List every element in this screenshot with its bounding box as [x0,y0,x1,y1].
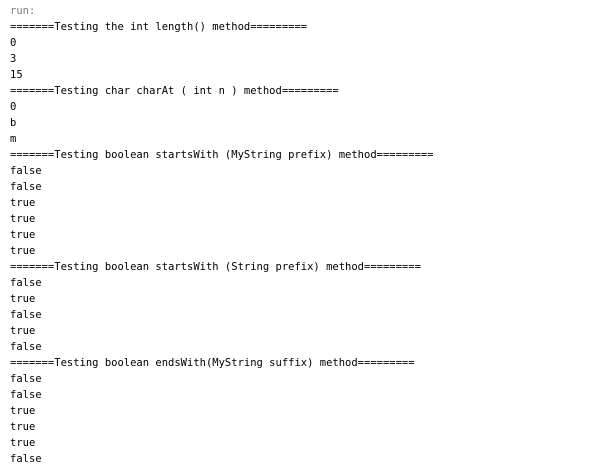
output-line: false [10,389,42,401]
section-header-startswith-mystring: =======Testing boolean startsWith (MyStr… [10,149,434,161]
section-header-charat: =======Testing char charAt ( int n ) met… [10,85,339,97]
section-header-endswith: =======Testing boolean endsWith(MyString… [10,357,415,369]
output-line: b [10,117,17,129]
output-line: true [10,213,36,225]
output-line: 0 [10,101,17,113]
output-line: true [10,421,36,433]
output-line: false [10,373,42,385]
output-line: true [10,325,36,337]
output-line: true [10,197,36,209]
output-line: false [10,341,42,353]
section-header-length: =======Testing the int length() method==… [10,21,308,33]
output-line: true [10,437,36,449]
output-line: true [10,293,36,305]
output-line: true [10,245,36,257]
output-console[interactable]: run: =======Testing the int length() met… [0,0,606,470]
output-line: false [10,181,42,193]
section-header-startswith-string: =======Testing boolean startsWith (Strin… [10,261,421,273]
run-label: run: [10,5,36,17]
output-line: false [10,309,42,321]
output-line: false [10,165,42,177]
output-line: m [10,133,17,145]
output-line: true [10,229,36,241]
output-line: 15 [10,69,23,81]
output-line: false [10,453,42,465]
console-output-lines: run: =======Testing the int length() met… [10,3,434,467]
output-line: true [10,405,36,417]
output-line: 3 [10,53,17,65]
output-line: 0 [10,37,17,49]
output-line: false [10,277,42,289]
